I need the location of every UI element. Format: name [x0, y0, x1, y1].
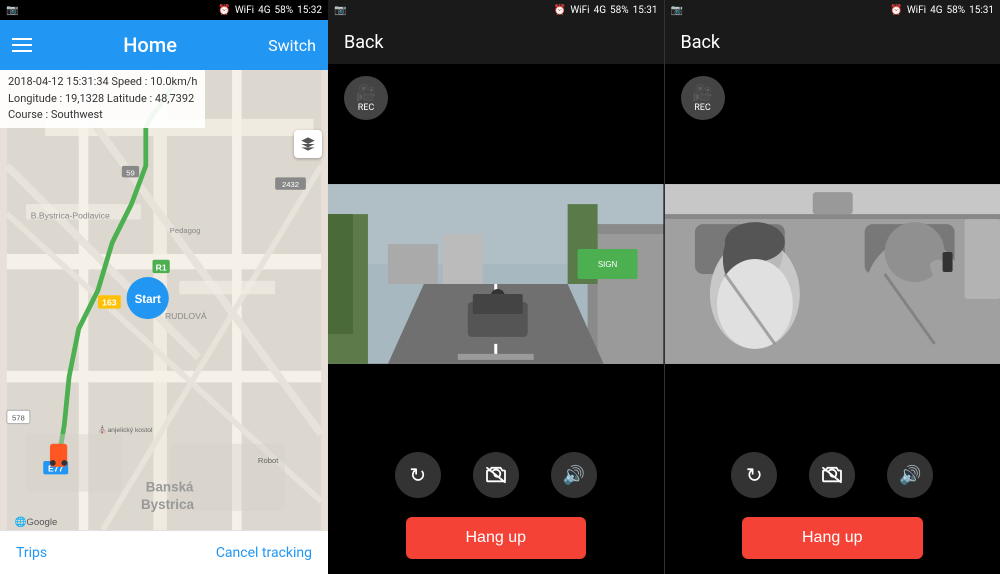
map-view[interactable]: B.Bystrica-Podlavice Pedagog RUDLOVÁ Ban… [0, 70, 328, 530]
camera-toggle-interior[interactable] [809, 452, 855, 498]
info-line1: 2018-04-12 15:31:34 Speed : 10.0km/h [8, 74, 197, 91]
rec-camera-icon: 🎥 [356, 83, 376, 102]
hang-up-area-front: Hang up [328, 510, 664, 574]
rotate-button-front[interactable]: ↻ [395, 452, 441, 498]
signal-v2: 4G [930, 5, 942, 16]
alarm-icon: ⏰ [218, 5, 230, 16]
alarm-icon-v1: ⏰ [554, 5, 566, 16]
bottom-bar: Trips Cancel tracking [0, 530, 328, 574]
camera-icon: 📷 [6, 5, 18, 16]
svg-text:578: 578 [12, 414, 25, 423]
svg-text:⛪: ⛪ [98, 424, 108, 434]
video-spacer-int [665, 416, 1000, 440]
signal-icon: 4G [258, 5, 270, 16]
svg-text:Bystrica: Bystrica [141, 497, 194, 512]
wifi-v2: WiFi [907, 5, 926, 16]
video-panel-front: 📷 ⏰ WiFi 4G 58% 15:31 Back 🎥 REC [328, 0, 664, 574]
menu-button[interactable] [12, 38, 32, 52]
volume-button-front[interactable]: 🔊 [551, 452, 597, 498]
trips-link[interactable]: Trips [16, 545, 47, 561]
switch-button[interactable]: Switch [268, 36, 316, 55]
volume-icon-int: 🔊 [899, 465, 921, 486]
svg-text:Banská: Banská [146, 480, 194, 495]
video-frame-front: SIGN [328, 132, 664, 416]
rec-label-interior: REC [694, 103, 711, 113]
video-panel-interior: 📷 ⏰ WiFi 4G 58% 15:31 Back 🎥 REC [665, 0, 1000, 574]
back-button-front[interactable]: Back [344, 32, 384, 53]
hang-up-button-interior[interactable]: Hang up [742, 517, 923, 559]
svg-text:59: 59 [126, 168, 135, 177]
rec-button-interior[interactable]: 🎥 REC [681, 76, 725, 120]
svg-text:RUDLOVÁ: RUDLOVÁ [165, 311, 207, 321]
time-v1: 15:31 [633, 5, 658, 16]
video-controls-front: ↻ 🔊 [328, 440, 664, 510]
video-controls-interior: ↻ 🔊 [665, 440, 1000, 510]
rec-area-interior: 🎥 REC [665, 64, 1000, 132]
info-line3: Course : Southwest [8, 107, 197, 124]
svg-text:Pedagog: Pedagog [170, 226, 201, 235]
info-bar: 2018-04-12 15:31:34 Speed : 10.0km/h Lon… [0, 70, 205, 128]
svg-text:🌐Google: 🌐Google [15, 516, 58, 528]
video-spacer-front [328, 416, 664, 440]
svg-text:Robot: Robot [258, 456, 279, 465]
rec-label-front: REC [358, 103, 375, 113]
camera-icon-v2: 📷 [671, 5, 683, 16]
rotate-icon-int: ↻ [746, 463, 763, 487]
camera-off-icon-int [821, 466, 843, 484]
svg-text:SIGN: SIGN [598, 260, 618, 269]
layers-button[interactable] [294, 130, 322, 158]
info-line2: Longitude : 19,1328 Latitude : 48,7392 [8, 91, 197, 108]
time-v2: 15:31 [969, 5, 994, 16]
alarm-icon-v2: ⏰ [890, 5, 902, 16]
wifi-icon: WiFi [235, 5, 254, 16]
hang-up-button-front[interactable]: Hang up [406, 517, 587, 559]
rec-button-front[interactable]: 🎥 REC [344, 76, 388, 120]
battery-text: 58% [275, 5, 294, 16]
svg-text:Start: Start [135, 294, 161, 306]
cancel-tracking-link[interactable]: Cancel tracking [216, 545, 312, 561]
app-title: Home [123, 33, 177, 57]
status-bar-video2: 📷 ⏰ WiFi 4G 58% 15:31 [665, 0, 1000, 20]
video-topbar-front: Back [328, 20, 664, 64]
svg-text:163: 163 [102, 298, 117, 308]
camera-icon-v1: 📷 [334, 5, 346, 16]
svg-text:anjelický kostol: anjelický kostol [107, 427, 152, 434]
map-controls [294, 130, 322, 158]
rec-area-front: 🎥 REC [328, 64, 664, 132]
camera-toggle-front[interactable] [473, 452, 519, 498]
volume-button-interior[interactable]: 🔊 [887, 452, 933, 498]
hang-up-area-interior: Hang up [665, 510, 1000, 574]
svg-text:B.Bystrica-Podlavice: B.Bystrica-Podlavice [31, 211, 110, 221]
rotate-icon-front: ↻ [409, 463, 426, 487]
rec-camera-icon-int: 🎥 [693, 83, 713, 102]
status-bar-video1: 📷 ⏰ WiFi 4G 58% 15:31 [328, 0, 664, 20]
camera-off-icon [485, 466, 507, 484]
time-display: 15:32 [297, 5, 322, 16]
rotate-button-interior[interactable]: ↻ [731, 452, 777, 498]
back-button-interior[interactable]: Back [681, 32, 721, 53]
svg-text:2432: 2432 [282, 180, 299, 189]
wifi-v1: WiFi [570, 5, 589, 16]
status-bar-map: 📷 ⏰ WiFi 4G 58% 15:32 [0, 0, 328, 20]
volume-icon-front: 🔊 [563, 465, 585, 486]
signal-v1: 4G [594, 5, 606, 16]
video-topbar-interior: Back [665, 20, 1000, 64]
svg-text:R1: R1 [156, 262, 167, 272]
map-panel: 📷 ⏰ WiFi 4G 58% 15:32 Home Switch 2018-0… [0, 0, 328, 574]
app-bar: Home Switch [0, 20, 328, 70]
video-frame-interior [665, 132, 1000, 416]
